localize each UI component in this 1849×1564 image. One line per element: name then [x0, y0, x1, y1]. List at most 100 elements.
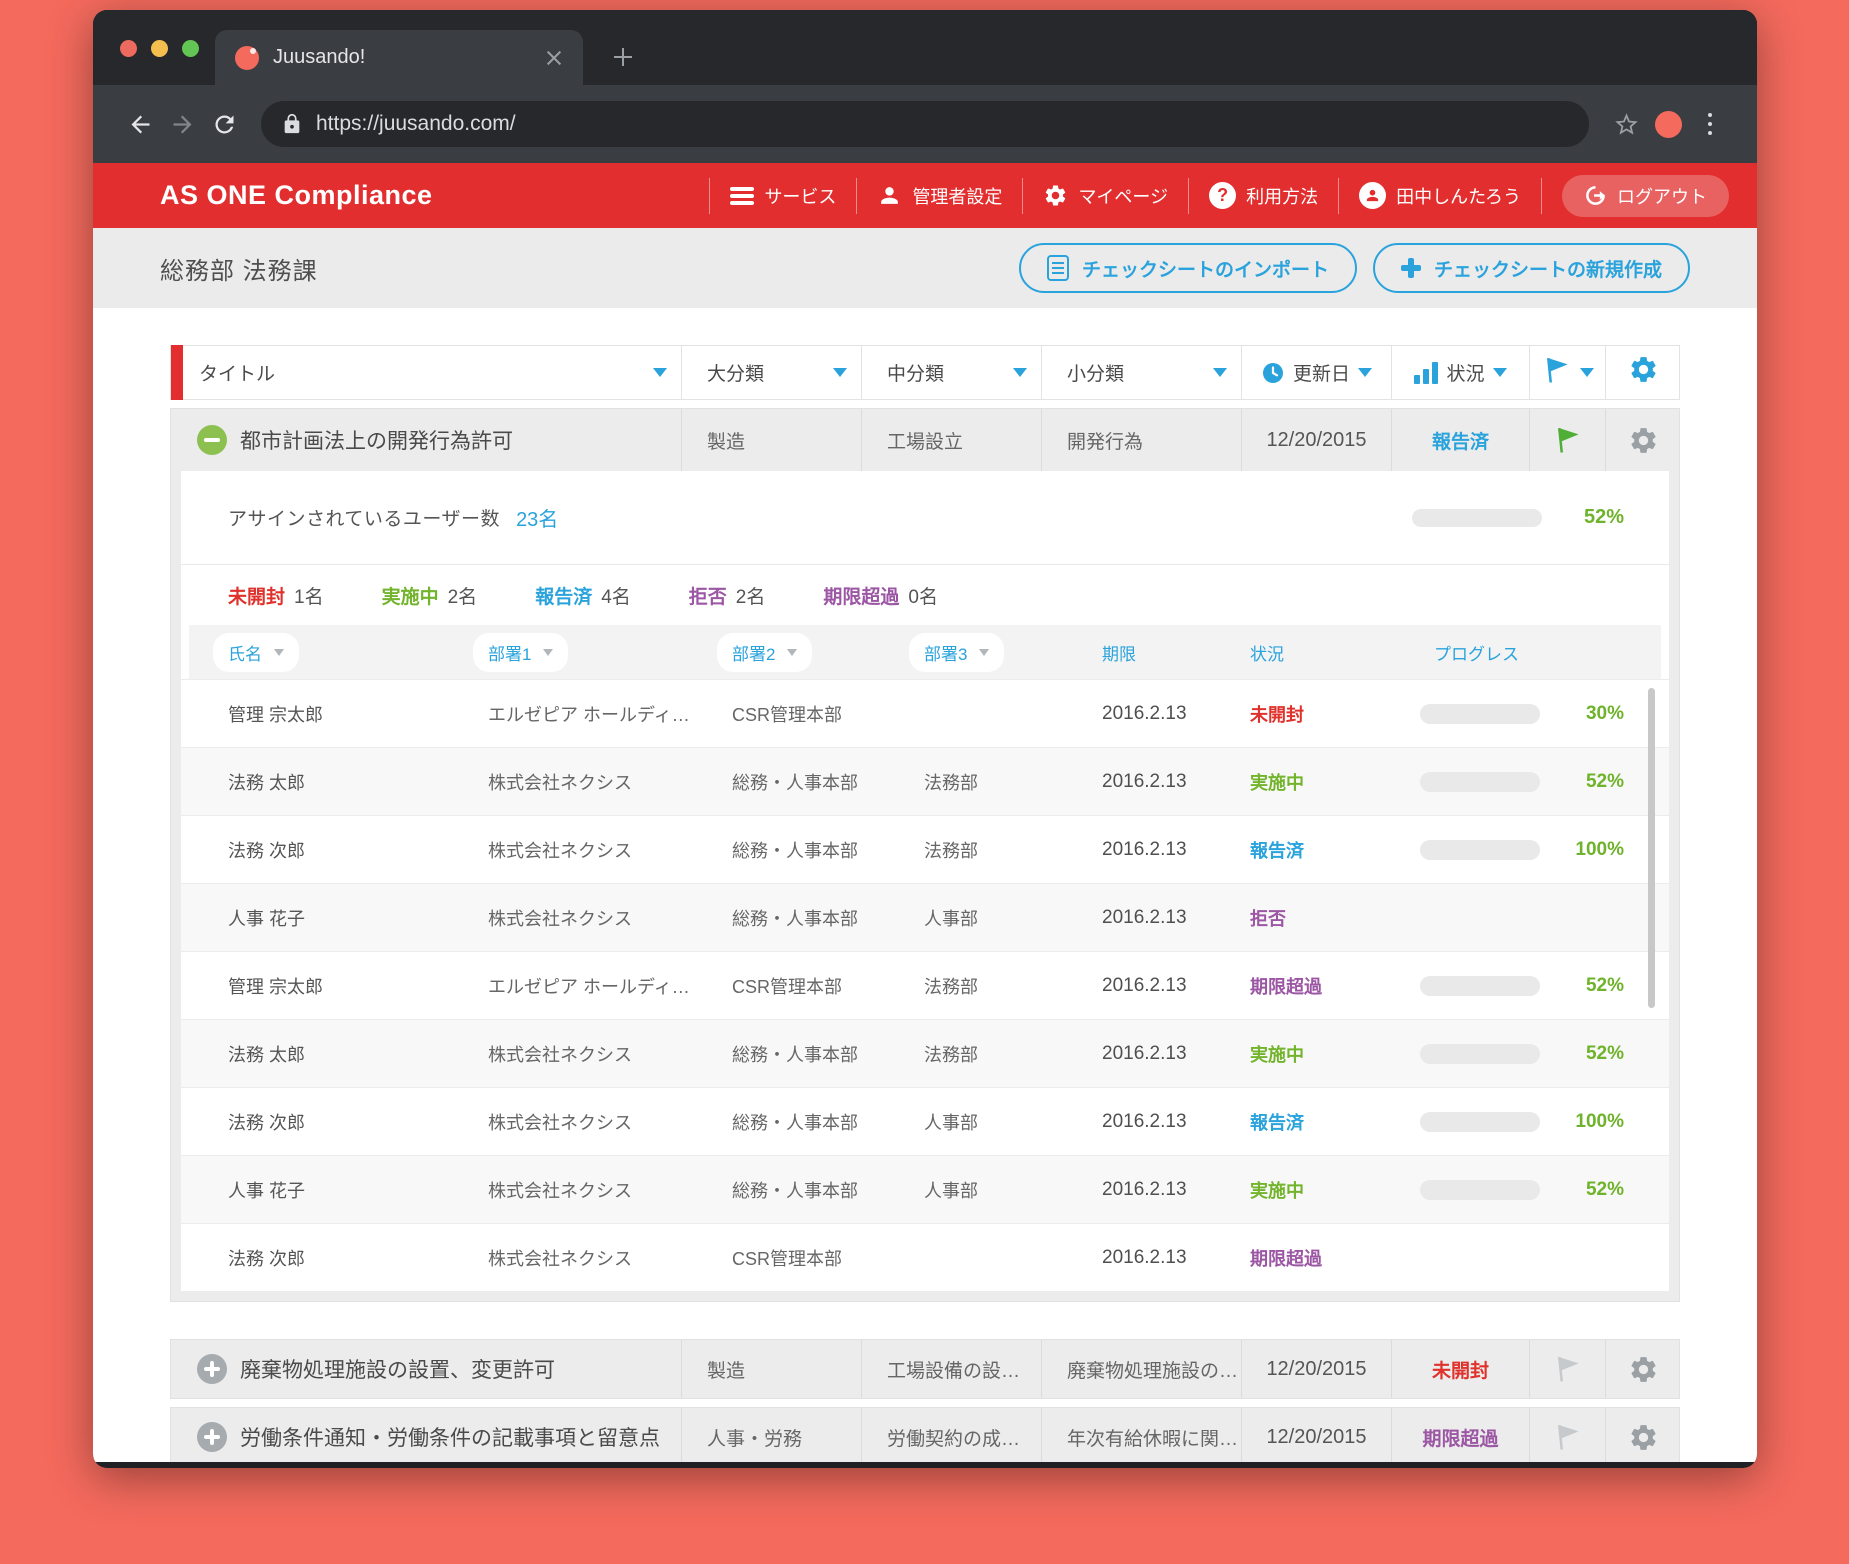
user-row[interactable]: 管理 宗太郎 エルゼピア ホールディ… CSR管理本部 2016.2.13 未開…	[181, 679, 1669, 747]
flag-cell[interactable]	[1529, 1408, 1605, 1462]
plus-icon	[614, 48, 632, 66]
sort-caret-icon[interactable]	[1358, 368, 1372, 377]
user-progress-bar	[1420, 772, 1540, 792]
collapse-icon[interactable]	[197, 425, 227, 455]
browser-tab[interactable]: Juusando!	[215, 30, 583, 85]
user-column-dept2[interactable]: 部署2	[717, 633, 812, 672]
user-status: 報告済	[1250, 837, 1420, 863]
user-column-dept3[interactable]: 部署3	[909, 633, 1004, 672]
gear-icon	[1043, 183, 1068, 208]
user-row[interactable]: 法務 太郎 株式会社ネクシス 総務・人事本部 法務部 2016.2.13 実施中…	[181, 747, 1669, 815]
column-category2[interactable]: 中分類	[861, 346, 1041, 399]
gear-outline-icon	[1628, 425, 1659, 456]
nav-item-account[interactable]: 田中しんたろう	[1339, 182, 1541, 209]
tab-close-icon[interactable]	[545, 49, 563, 67]
sort-caret-icon[interactable]	[1013, 368, 1027, 377]
column-category3[interactable]: 小分類	[1041, 346, 1241, 399]
user-row[interactable]: 法務 次郎 株式会社ネクシス 総務・人事本部 法務部 2016.2.13 報告済…	[181, 815, 1669, 883]
column-status[interactable]: 状況	[1391, 346, 1529, 399]
flag-cell[interactable]	[1529, 409, 1605, 471]
sort-caret-icon[interactable]	[653, 368, 667, 377]
back-button[interactable]	[119, 103, 161, 145]
category2-cell: 工場設立	[861, 409, 1041, 471]
column-flag[interactable]	[1529, 346, 1605, 399]
reload-button[interactable]	[203, 103, 245, 145]
status-summary-item: 期限超過 0名	[823, 582, 938, 609]
column-settings[interactable]	[1605, 346, 1681, 399]
nav-item-services[interactable]: サービス	[710, 183, 856, 209]
column-category1[interactable]: 大分類	[681, 346, 861, 399]
user-dept2: CSR管理本部	[732, 973, 924, 999]
forward-button[interactable]	[161, 103, 203, 145]
row-settings-button[interactable]	[1605, 1408, 1681, 1462]
user-dept3: 法務部	[924, 837, 1102, 863]
user-dept3: 人事部	[924, 1177, 1102, 1203]
minimize-window-button[interactable]	[151, 40, 168, 57]
close-window-button[interactable]	[120, 40, 137, 57]
category3-cell: 年次有給休暇に関…	[1041, 1408, 1241, 1462]
address-bar[interactable]: https://juusando.com/	[261, 101, 1589, 147]
user-dept2: 総務・人事本部	[732, 837, 924, 863]
category2-cell: 労働契約の成…	[861, 1408, 1041, 1462]
category3-cell: 廃棄物処理施設の…	[1041, 1340, 1241, 1398]
profile-button[interactable]	[1647, 103, 1689, 145]
row-settings-button[interactable]	[1605, 409, 1681, 471]
flag-cell[interactable]	[1529, 1340, 1605, 1398]
user-row[interactable]: 法務 次郎 株式会社ネクシス 総務・人事本部 人事部 2016.2.13 報告済…	[181, 1087, 1669, 1155]
checksheet-row[interactable]: 労働条件通知・労働条件の記載事項と留意点 人事・労務 労働契約の成… 年次有給休…	[170, 1407, 1680, 1462]
gray-flag-icon	[1553, 1354, 1583, 1384]
checksheet-row[interactable]: 廃棄物処理施設の設置、変更許可 製造 工場設備の設… 廃棄物処理施設の… 12/…	[170, 1339, 1680, 1399]
user-table-scrollbar[interactable]	[1648, 688, 1655, 1008]
user-row[interactable]: 法務 次郎 株式会社ネクシス CSR管理本部 2016.2.13 期限超過	[181, 1223, 1669, 1291]
nav-item-admin-settings[interactable]: 管理者設定	[857, 183, 1022, 209]
checksheet-row[interactable]: 都市計画法上の開発行為許可 製造 工場設立 開発行為 12/20/2015 報告…	[171, 409, 1679, 471]
assigned-users-count[interactable]: 23名	[516, 503, 558, 532]
user-dept3: 人事部	[924, 905, 1102, 931]
sort-caret-icon[interactable]	[1580, 368, 1594, 377]
user-row[interactable]: 人事 花子 株式会社ネクシス 総務・人事本部 人事部 2016.2.13 実施中…	[181, 1155, 1669, 1223]
nav-label: 管理者設定	[912, 183, 1002, 209]
bookmark-button[interactable]	[1605, 103, 1647, 145]
user-column-name[interactable]: 氏名	[213, 633, 299, 672]
gear-icon	[1628, 354, 1659, 391]
logout-button[interactable]: ログアウト	[1562, 175, 1729, 217]
user-table-body: 管理 宗太郎 エルゼピア ホールディ… CSR管理本部 2016.2.13 未開…	[181, 679, 1669, 1291]
user-row[interactable]: 管理 宗太郎 エルゼピア ホールディ… CSR管理本部 法務部 2016.2.1…	[181, 951, 1669, 1019]
maximize-window-button[interactable]	[182, 40, 199, 57]
create-checksheet-button[interactable]: チェックシートの新規作成	[1373, 243, 1690, 293]
nav-item-help[interactable]: ? 利用方法	[1189, 182, 1338, 209]
sort-caret-icon[interactable]	[1213, 368, 1227, 377]
column-updated[interactable]: 更新日	[1241, 346, 1391, 399]
checksheet-table-header: タイトル 大分類 中分類 小分類 更新日 状況	[170, 345, 1680, 400]
import-checksheet-button[interactable]: チェックシートのインポート	[1019, 243, 1357, 293]
user-table-header: 氏名 部署1 部署2 部署3 期限 状況 プログレス	[189, 625, 1661, 679]
status-summary-label: 拒否	[689, 582, 727, 609]
user-dept2: 総務・人事本部	[732, 1177, 924, 1203]
user-dept1: 株式会社ネクシス	[488, 837, 732, 863]
column-title[interactable]: タイトル	[171, 346, 681, 399]
expand-icon[interactable]	[197, 1422, 227, 1452]
user-name: 人事 花子	[228, 1177, 488, 1203]
user-row[interactable]: 人事 花子 株式会社ネクシス 総務・人事本部 人事部 2016.2.13 拒否	[181, 883, 1669, 951]
checksheet-title: 都市計画法上の開発行為許可	[240, 425, 513, 455]
browser-menu-button[interactable]	[1689, 103, 1731, 145]
expand-icon[interactable]	[197, 1354, 227, 1384]
account-icon	[1359, 182, 1386, 209]
row-settings-button[interactable]	[1605, 1340, 1681, 1398]
user-dept3: 法務部	[924, 769, 1102, 795]
logout-label: ログアウト	[1617, 183, 1707, 209]
nav-item-mypage[interactable]: マイページ	[1023, 183, 1188, 209]
user-progress-percent: 52%	[1540, 1179, 1669, 1201]
user-due-date: 2016.2.13	[1102, 1179, 1250, 1201]
user-progress-bar	[1420, 1044, 1540, 1064]
user-column-dept1[interactable]: 部署1	[473, 633, 568, 672]
user-due-date: 2016.2.13	[1102, 771, 1250, 793]
user-row[interactable]: 法務 太郎 株式会社ネクシス 総務・人事本部 法務部 2016.2.13 実施中…	[181, 1019, 1669, 1087]
sort-caret-icon[interactable]	[1493, 368, 1507, 377]
lock-icon	[281, 113, 303, 135]
category2-cell: 工場設備の設…	[861, 1340, 1041, 1398]
new-tab-button[interactable]	[609, 43, 637, 71]
sort-caret-icon[interactable]	[833, 368, 847, 377]
user-dept1: 株式会社ネクシス	[488, 1041, 732, 1067]
status-cell: 未開封	[1391, 1340, 1529, 1398]
